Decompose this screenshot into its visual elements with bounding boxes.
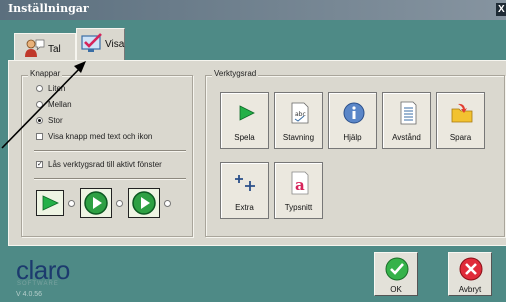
title-bar: Inställningar X: [0, 0, 506, 20]
tool-avstand-label: Avstånd: [392, 133, 421, 142]
tool-stavning[interactable]: abc Stavning: [274, 92, 323, 149]
tool-extra[interactable]: Extra: [220, 162, 269, 219]
play-circle-icon: [132, 191, 156, 215]
verktygsrad-title: Verktygsrad: [212, 69, 259, 78]
size-option-stor[interactable]: Stor: [36, 116, 63, 125]
cancel-button-label: Avbryt: [458, 285, 482, 294]
tool-spara-label: Spara: [449, 133, 472, 142]
check-circle-icon: [385, 257, 409, 281]
settings-window: Inställningar X Tal Visa Knappar Liten M…: [0, 0, 506, 302]
radio-liten-label: Liten: [48, 84, 66, 93]
version-label: V 4.0.56: [16, 291, 43, 298]
play-circle-icon: [84, 191, 108, 215]
spellcheck-icon: abc: [291, 102, 309, 124]
tab-visa[interactable]: Visa: [76, 28, 125, 61]
show-text-icon-checkbox[interactable]: [36, 133, 43, 141]
knappar-group: Knappar Liten Mellan Stor Visa knapp med…: [21, 69, 193, 237]
size-option-liten[interactable]: Liten: [36, 84, 65, 93]
close-icon[interactable]: X: [496, 3, 506, 16]
show-text-icon-label: Visa knapp med text och ikon: [48, 132, 153, 141]
lock-toolbar-label: Lås verktygsrad till aktivt fönster: [48, 160, 162, 169]
size-option-mellan[interactable]: Mellan: [36, 100, 72, 109]
tab-visa-label: Visa: [105, 39, 125, 50]
monitor-check-icon: [81, 33, 102, 52]
tool-spara[interactable]: Spara: [436, 92, 485, 149]
size-preview-radio-3[interactable]: [164, 200, 171, 207]
svg-text:abc: abc: [295, 111, 306, 118]
window-title: Inställningar: [8, 2, 89, 15]
knappar-title: Knappar: [28, 69, 63, 78]
divider: [34, 150, 186, 152]
font-icon: a: [291, 171, 309, 195]
ok-button-label: OK: [390, 285, 402, 294]
tool-typsnitt[interactable]: a Typsnitt: [274, 162, 323, 219]
ok-button[interactable]: OK: [374, 252, 418, 296]
save-folder-icon: [451, 103, 473, 123]
document-spacing-icon: [400, 101, 417, 125]
divider: [34, 178, 186, 180]
tab-tal-label: Tal: [48, 44, 61, 55]
size-preview-play-round[interactable]: [80, 188, 112, 218]
size-preview-play-round-large[interactable]: [128, 188, 160, 218]
cancel-circle-icon: [459, 257, 483, 281]
show-text-icon-option[interactable]: Visa knapp med text och ikon: [36, 132, 152, 141]
speaker-person-icon: [25, 39, 45, 57]
radio-mellan-label: Mellan: [48, 100, 72, 109]
tool-extra-label: Extra: [235, 203, 254, 212]
radio-stor-label: Stor: [48, 116, 63, 125]
size-preview-radio-1[interactable]: [68, 200, 75, 207]
radio-stor[interactable]: [36, 117, 43, 125]
radio-mellan[interactable]: [36, 101, 43, 109]
play-icon: [42, 195, 59, 211]
svg-text:a: a: [295, 176, 305, 194]
size-preview-radio-2[interactable]: [116, 200, 123, 207]
tool-avstand[interactable]: Avstånd: [382, 92, 431, 149]
lock-toolbar-option[interactable]: ✓ Lås verktygsrad till aktivt fönster: [36, 160, 162, 169]
claro-logo-subtitle: SOFTWARE: [17, 281, 59, 287]
radio-liten[interactable]: [36, 85, 43, 93]
cancel-button[interactable]: Avbryt: [448, 252, 492, 296]
tool-hjalp-label: Hjälp: [343, 133, 362, 142]
verktygsrad-group: Verktygsrad Spela abc Stavning Hjälp Avs…: [205, 69, 505, 237]
tool-spela-label: Spela: [234, 133, 255, 142]
plus-extra-icon: [235, 175, 255, 191]
size-preview-play-small[interactable]: [36, 190, 64, 216]
tab-tal[interactable]: Tal: [14, 33, 76, 60]
lock-toolbar-checkbox[interactable]: ✓: [36, 161, 43, 169]
tool-stavning-label: Stavning: [282, 133, 315, 142]
tool-typsnitt-label: Typsnitt: [284, 203, 313, 212]
info-icon: [343, 102, 365, 124]
tool-spela[interactable]: Spela: [220, 92, 269, 149]
settings-panel: Knappar Liten Mellan Stor Visa knapp med…: [8, 60, 506, 246]
tool-hjalp[interactable]: Hjälp: [328, 92, 377, 149]
play-icon: [239, 105, 255, 121]
